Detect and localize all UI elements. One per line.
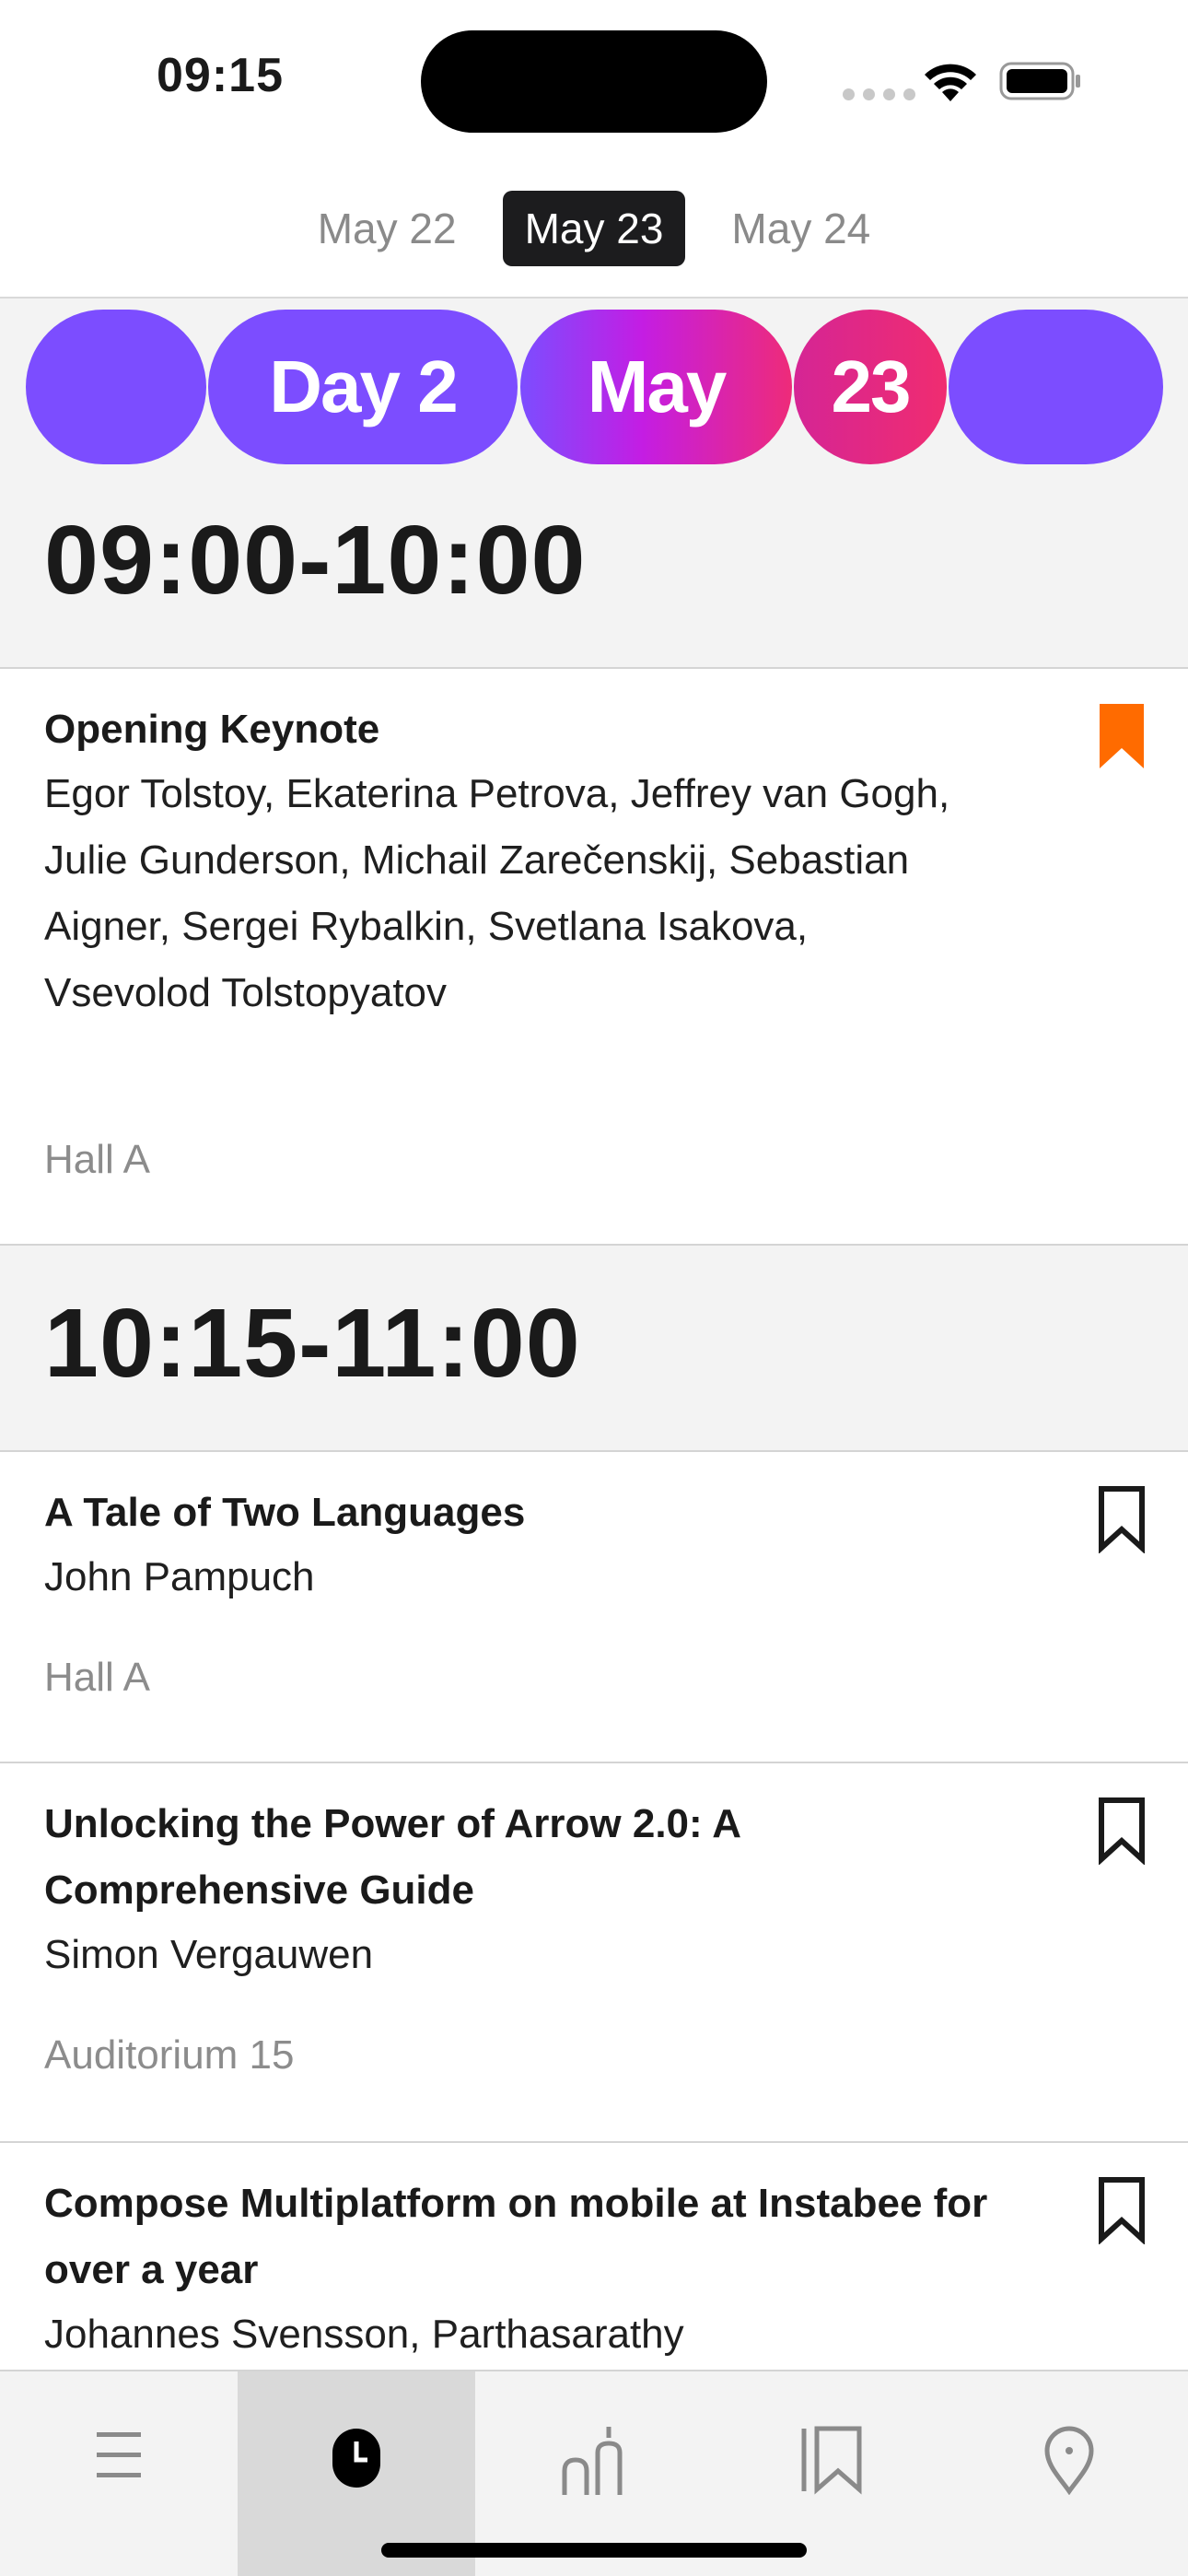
clock-icon: [332, 2429, 380, 2488]
home-indicator: [381, 2543, 807, 2558]
session-title: Opening Keynote: [44, 707, 380, 752]
session-speakers: Simon Vergauwen: [44, 1932, 374, 1977]
nav-menu[interactable]: [0, 2371, 238, 2576]
status-bar: 09:15: [0, 0, 1188, 157]
bookmark-filled-icon[interactable]: [1098, 702, 1146, 770]
date-tabs: May 22 May 23 May 24: [0, 189, 1188, 267]
day-banner: Day 2 May 23: [0, 310, 1188, 464]
tab-may-24[interactable]: May 24: [709, 191, 892, 266]
wifi-icon: [925, 64, 976, 101]
bookmark-icon[interactable]: [1098, 1485, 1146, 1553]
session-room: Auditorium 15: [44, 2032, 295, 2078]
cellular-icon: [843, 88, 915, 100]
session-item[interactable]: Unlocking the Power of Arrow 2.0: A Comp…: [0, 1763, 1188, 2141]
session-room: Hall A: [44, 1655, 150, 1700]
session-item[interactable]: A Tale of Two Languages John Pampuch Hal…: [0, 1452, 1188, 1762]
status-time: 09:15: [157, 49, 284, 102]
session-speakers: John Pampuch: [44, 1554, 315, 1599]
bookmarks-icon: [801, 2426, 862, 2495]
speakers-icon: [562, 2427, 623, 2495]
banner-day: Day 2: [208, 310, 518, 464]
slot-time: 10:15-11:00: [44, 1289, 581, 1398]
session-title: A Tale of Two Languages: [44, 1490, 526, 1535]
session-item[interactable]: Compose Multiplatform on mobile at Insta…: [0, 2143, 1188, 2370]
banner-pill-blank-left: [26, 310, 206, 464]
banner-date: 23: [794, 310, 947, 464]
schedule-screen: 09:15 May 22 May 23 May 24 Day 2 May 23 …: [0, 0, 1188, 2576]
location-pin-icon: [1044, 2426, 1094, 2495]
tab-may-23[interactable]: May 23: [502, 190, 686, 266]
menu-icon: [97, 2432, 141, 2477]
dynamic-island: [421, 30, 767, 133]
tab-may-22[interactable]: May 22: [296, 191, 479, 266]
session-item[interactable]: Opening Keynote Egor Tolstoy, Ekaterina …: [0, 669, 1188, 1244]
banner-month: May: [520, 310, 792, 464]
bookmark-icon[interactable]: [1098, 1797, 1146, 1865]
session-speakers: Johannes Svensson, Parthasarathy: [44, 2312, 684, 2357]
session-speakers: Egor Tolstoy, Ekaterina Petrova, Jeffrey…: [44, 771, 950, 1015]
battery-icon: [999, 62, 1080, 100]
bookmark-icon[interactable]: [1098, 2176, 1146, 2244]
nav-location[interactable]: [950, 2371, 1188, 2576]
slot-time: 09:00-10:00: [44, 506, 587, 615]
session-title: Unlocking the Power of Arrow 2.0: A Comp…: [44, 1801, 740, 1913]
session-room: Hall A: [44, 1137, 150, 1182]
session-title: Compose Multiplatform on mobile at Insta…: [44, 2181, 988, 2292]
banner-pill-blank-right: [949, 310, 1163, 464]
